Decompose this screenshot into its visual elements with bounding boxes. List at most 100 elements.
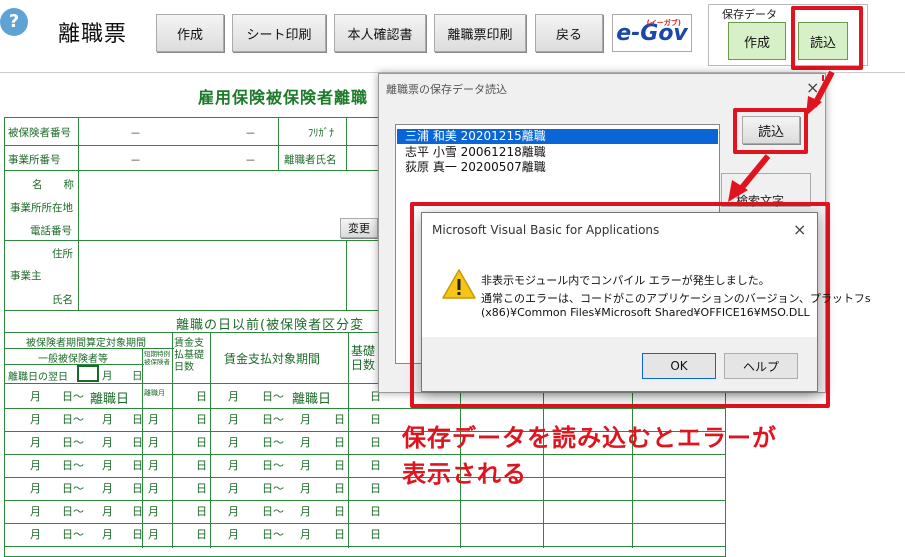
month-label: 月 [102,370,113,382]
period-row-cell: 月 [228,459,239,472]
period-row-cell: 日 [370,413,381,426]
address-label: 住所 [52,248,73,260]
period-row-cell: 月 [300,459,311,472]
period-row-cell: 日 [132,482,143,495]
grid-line [278,117,279,170]
list-item[interactable]: 志平 小雪 20061218離職 [397,145,718,160]
employer-label: 事業主 [10,270,42,282]
grid-line [4,454,726,455]
vba-message-line1: 非表示モジュール内でコンパイル エラーが発生しました。 [481,274,770,287]
period-row-cell: 日～ [262,528,284,541]
leave-month-input[interactable] [77,365,99,382]
office-no-label: 事業所番号 [8,154,61,166]
period-row-cell: 月 [300,413,311,426]
annotation-arrows [728,70,835,202]
period-row-cell: 日～ [262,436,284,449]
period-row-cell: 月 [30,459,41,472]
grid-line [4,546,726,547]
first-row-cell: 離職日 [292,392,332,407]
period-row-cell: 日 [370,528,381,541]
grid-line [4,477,726,478]
period-row-cell: 日～ [62,528,84,541]
sheet-print-button[interactable]: シート印刷 [232,14,326,52]
insured-period-heading: 被保険者期間算定対象期間 [26,338,146,349]
first-row-cell: 離職日 [90,392,130,407]
period-row-cell: 月 [228,436,239,449]
office-no-dash: － [245,154,256,167]
short-term-heading: 短期特例被保険者 [144,350,170,366]
period-row-cell: 月 [148,505,159,518]
list-item[interactable]: 荻原 真一 20200507離職 [397,160,718,175]
vba-close-icon[interactable]: × [793,220,806,239]
period-row-cell: 日 [196,482,207,495]
period-row-cell: 日 [370,459,381,472]
egov-button[interactable]: (イーガブ) e-Gov [612,14,692,52]
period-row-cell: 月 [30,505,41,518]
wage-period-heading: 賃金支払対象期間 [224,352,321,366]
leave-date-heading: 離職日の翌日 [8,372,68,383]
first-row-cell: 離職月 [144,389,165,397]
period-row-cell: 月 [228,413,239,426]
back-button[interactable]: 戻る [535,14,603,52]
help-icon[interactable]: ? [0,8,28,36]
grid-line [4,523,726,524]
period-row-cell: 日 [334,528,345,541]
first-row-cell: 月 [30,390,41,403]
phone-label: 電話番号 [30,225,72,237]
period-row-cell: 月 [102,413,113,426]
vba-message-line2: 通常このエラーは、コードがこのアプリケーションのバージョン、プラットフs [481,292,871,305]
period-row-cell: 日 [196,413,207,426]
insured-no-label: 被保険者番号 [8,127,71,139]
period-row-cell: 月 [30,436,41,449]
period-row-cell: 月 [228,505,239,518]
grid-line [4,145,378,146]
period-row-cell: 日 [132,505,143,518]
period-row-cell: 月 [102,459,113,472]
office-address-label: 事業所所在地 [10,202,73,214]
grid-line [4,310,378,311]
period-row-cell: 日～ [262,459,284,472]
period-row-cell: 日 [132,528,143,541]
grid-line [4,240,378,241]
period-row-cell: 日 [334,413,345,426]
period-row-cell: 日～ [62,482,84,495]
list-item[interactable]: 三浦 和美 20201215離職 [397,129,718,144]
period-row-cell: 日 [196,528,207,541]
base-days-heading: 基礎日数 [351,344,376,372]
ok-button[interactable]: OK [642,353,716,379]
period-row-cell: 月 [148,528,159,541]
save-data-label: 保存データ [722,8,777,21]
load-dialog-title: 離職票の保存データ読込 [386,83,507,96]
person-name-label: 氏名 [52,294,73,306]
save-create-button[interactable]: 作成 [728,22,786,60]
wage-days-heading: 賃金支払基礎日数 [174,338,204,373]
help-button[interactable]: ヘルプ [724,353,798,379]
id-confirm-button[interactable]: 本人確認書 [334,14,426,52]
period-row-cell: 日～ [62,505,84,518]
grid-line [78,117,79,170]
period-row-cell: 月 [102,505,113,518]
period-row-cell: 月 [148,436,159,449]
grid-line [4,500,726,501]
first-row-cell: 日～ [62,390,84,403]
furigana-label: ﾌﾘｶﾞﾅ [308,127,335,139]
change-button[interactable]: 変更 [340,218,378,238]
insured-no-dash: － [245,127,256,140]
create-button[interactable]: 作成 [156,14,224,52]
office-name-label: 名 称 [32,179,74,191]
grid-line [346,117,347,170]
period-row-cell: 日 [370,482,381,495]
first-row-cell: 月 [228,390,239,403]
period-row-cell: 月 [102,436,113,449]
period-row-cell: 月 [30,482,41,495]
period-row-cell: 月 [30,528,41,541]
period-row-cell: 日 [370,505,381,518]
warning-icon [442,269,476,299]
period-row-cell: 月 [102,528,113,541]
form-title: 雇用保険被保険者離職 [198,88,369,107]
period-row-cell: 日 [196,436,207,449]
period-row-cell: 月 [300,482,311,495]
period-row-cell: 日 [370,436,381,449]
first-row-cell: 日 [196,390,207,403]
print-button[interactable]: 離職票印刷 [434,14,526,52]
